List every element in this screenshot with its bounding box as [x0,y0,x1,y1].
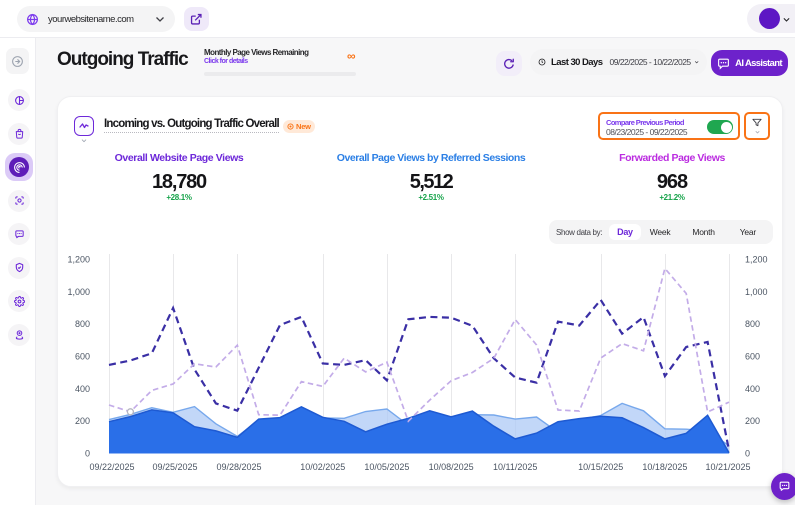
svg-text:1,000: 1,000 [67,287,90,297]
svg-text:10/05/2025: 10/05/2025 [364,462,409,472]
svg-text:1,200: 1,200 [745,255,768,265]
svg-text:200: 200 [745,416,760,426]
svg-text:200: 200 [75,416,90,426]
svg-text:10/08/2025: 10/08/2025 [429,462,474,472]
svg-text:1,200: 1,200 [67,255,90,265]
svg-text:10/18/2025: 10/18/2025 [642,462,687,472]
svg-text:10/11/2025: 10/11/2025 [493,462,537,472]
svg-text:09/22/2025: 09/22/2025 [89,462,134,472]
svg-text:09/25/2025: 09/25/2025 [152,462,197,472]
svg-text:600: 600 [75,352,90,362]
svg-text:09/28/2025: 09/28/2025 [216,462,261,472]
svg-text:800: 800 [745,319,760,329]
svg-text:600: 600 [745,352,760,362]
svg-text:400: 400 [75,384,90,394]
svg-text:1,000: 1,000 [745,287,768,297]
svg-text:10/21/2025: 10/21/2025 [705,462,750,472]
svg-text:10/15/2025: 10/15/2025 [578,462,623,472]
svg-text:0: 0 [85,449,90,459]
svg-text:400: 400 [745,384,760,394]
svg-text:0: 0 [745,449,750,459]
svg-text:800: 800 [75,319,90,329]
svg-text:10/02/2025: 10/02/2025 [300,462,345,472]
